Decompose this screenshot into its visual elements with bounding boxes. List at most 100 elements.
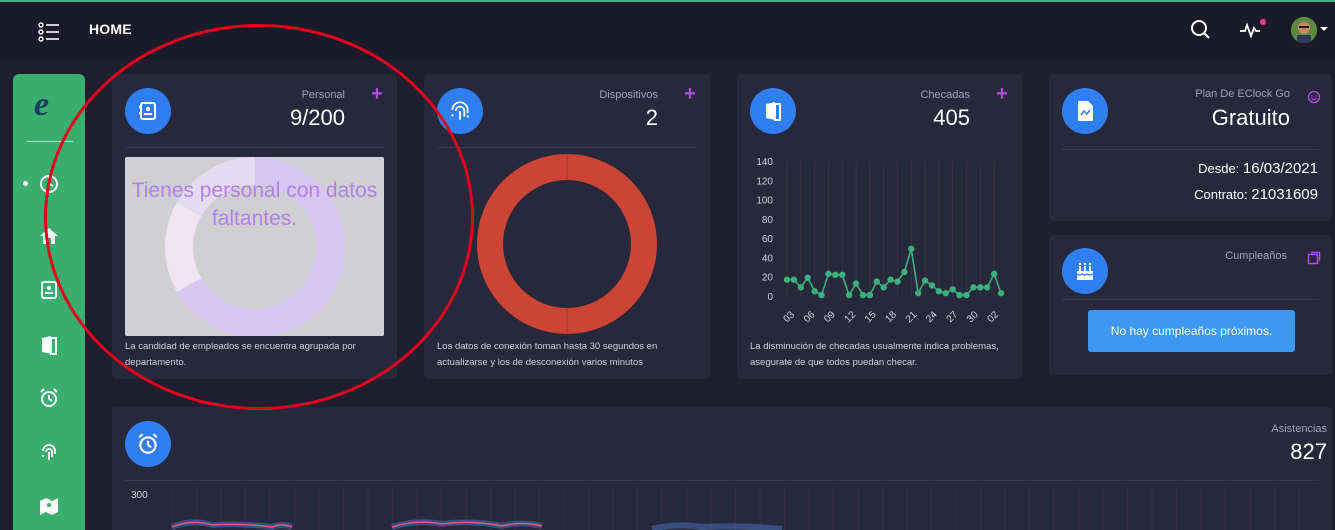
home-icon[interactable] xyxy=(35,222,63,250)
data-point[interactable] xyxy=(818,291,825,299)
series-line xyxy=(787,248,1002,297)
card-label: Checadas xyxy=(920,89,970,101)
data-point[interactable] xyxy=(997,289,1005,297)
dispositivos-card: Dispositivos 2 + Los datos de conexión t… xyxy=(424,74,710,379)
dispositivos-donut-chart xyxy=(477,154,657,334)
y-tick-label: 20 xyxy=(762,273,774,284)
add-personal-button[interactable]: + xyxy=(369,84,385,104)
smile-icon[interactable] xyxy=(1307,90,1321,104)
card-value: 9/200 xyxy=(289,105,345,130)
data-point[interactable] xyxy=(963,291,970,299)
card-label: Asistencias xyxy=(1271,423,1327,435)
data-point[interactable] xyxy=(832,271,839,279)
data-point[interactable] xyxy=(928,282,936,289)
plan-since: Desde: 16/03/2021 xyxy=(1198,160,1318,177)
y-tick-label: 40 xyxy=(762,253,774,264)
data-point[interactable] xyxy=(949,286,956,293)
since-label: Desde: xyxy=(1198,161,1240,176)
plan-value: Gratuito xyxy=(1211,105,1290,130)
avatar[interactable] xyxy=(1291,17,1317,43)
door-icon[interactable] xyxy=(35,331,63,359)
data-point[interactable] xyxy=(942,289,949,297)
data-point[interactable] xyxy=(914,289,922,297)
card-footer: La disminución de checadas usualmente in… xyxy=(750,341,999,368)
data-point[interactable] xyxy=(845,291,853,299)
data-point[interactable] xyxy=(901,268,908,276)
checadas-card: Checadas 405 + 0 20 40 60 80 100 120 140 03 06 09 1… xyxy=(737,74,1022,379)
chevron-down-icon[interactable] xyxy=(1320,27,1328,31)
data-point[interactable] xyxy=(804,274,811,281)
x-tick-label: 21 xyxy=(904,309,920,325)
data-point[interactable] xyxy=(935,288,943,295)
data-point[interactable] xyxy=(894,278,901,285)
menu-icon[interactable] xyxy=(38,22,62,42)
alarm-clock-icon xyxy=(125,421,171,467)
contacts-icon[interactable] xyxy=(35,276,63,304)
add-checada-button[interactable]: + xyxy=(994,84,1010,104)
add-device-button[interactable]: + xyxy=(682,84,698,104)
y-tick-label: 120 xyxy=(756,176,773,187)
data-point[interactable] xyxy=(887,276,894,283)
divider xyxy=(125,147,384,148)
x-tick-label: 12 xyxy=(843,309,859,325)
logo: e xyxy=(34,86,50,123)
data-point[interactable] xyxy=(797,284,805,291)
card-value: 827 xyxy=(1290,439,1327,464)
since-value: 16/03/2021 xyxy=(1242,160,1318,177)
document-icon xyxy=(1062,88,1108,134)
personal-donut-overlay: Tienes personal con datos faltantes. xyxy=(125,157,384,336)
missing-data-message: Tienes personal con datos faltantes. xyxy=(131,179,378,230)
data-point[interactable] xyxy=(839,271,846,279)
alarm-clock-icon[interactable] xyxy=(35,384,63,412)
data-point[interactable] xyxy=(921,277,929,284)
card-value: 405 xyxy=(933,105,970,130)
y-tick-label: 100 xyxy=(756,196,773,207)
dashboard-icon[interactable] xyxy=(35,170,63,198)
birthday-card: Cumpleaños No hay cumpleaños próximos. xyxy=(1049,235,1332,375)
data-point[interactable] xyxy=(825,270,832,278)
card-label: Dispositivos xyxy=(599,89,658,101)
x-tick-label: 30 xyxy=(965,309,981,325)
checadas-line-chart: 0 20 40 60 80 100 120 140 03 06 09 12 15 18 21 24 27 30 02 xyxy=(756,157,1005,325)
data-point[interactable] xyxy=(983,284,991,291)
divider xyxy=(1062,149,1319,150)
data-point[interactable] xyxy=(956,291,963,299)
page-title: HOME xyxy=(89,21,132,37)
x-tick-label: 06 xyxy=(802,309,818,325)
contract-value: 21031609 xyxy=(1251,186,1318,203)
donut-slice[interactable] xyxy=(477,154,657,334)
data-point[interactable] xyxy=(852,280,860,287)
x-tick-label: 09 xyxy=(822,309,838,325)
card-value: 2 xyxy=(645,105,658,130)
personal-card: Personal 9/200 + Tienes personal con dat… xyxy=(112,74,397,379)
plan-contract: Contrato: 21031609 xyxy=(1194,186,1318,203)
data-point[interactable] xyxy=(783,276,791,283)
search-icon[interactable] xyxy=(1189,18,1213,42)
data-point[interactable] xyxy=(873,278,880,285)
divider xyxy=(1062,299,1319,300)
data-point[interactable] xyxy=(859,291,867,299)
data-point[interactable] xyxy=(866,291,874,299)
contacts-icon xyxy=(125,88,171,134)
data-point[interactable] xyxy=(790,276,798,283)
notification-dot xyxy=(1260,19,1266,25)
data-point[interactable] xyxy=(990,270,998,278)
data-point[interactable] xyxy=(908,245,915,252)
window-icon[interactable] xyxy=(1307,251,1321,265)
asistencias-card: Asistencias 827 300 xyxy=(112,407,1332,530)
x-tick-label: 24 xyxy=(924,309,940,325)
data-point[interactable] xyxy=(977,284,984,291)
data-point[interactable] xyxy=(811,288,818,295)
card-label: Cumpleaños xyxy=(1225,250,1287,262)
fingerprint-icon[interactable] xyxy=(35,438,63,466)
x-tick-label: 15 xyxy=(863,309,879,325)
x-tick-label: 03 xyxy=(781,309,797,325)
card-footer: La candidad de empleados se encuentra ag… xyxy=(125,341,356,368)
map-icon[interactable] xyxy=(35,492,63,520)
y-tick-label: 0 xyxy=(767,292,773,303)
asistencias-chart xyxy=(170,487,1300,530)
activity-icon[interactable] xyxy=(1238,18,1262,42)
data-point[interactable] xyxy=(880,284,887,291)
data-point[interactable] xyxy=(970,284,977,291)
no-birthdays-button[interactable]: No hay cumpleaños próximos. xyxy=(1088,310,1295,352)
